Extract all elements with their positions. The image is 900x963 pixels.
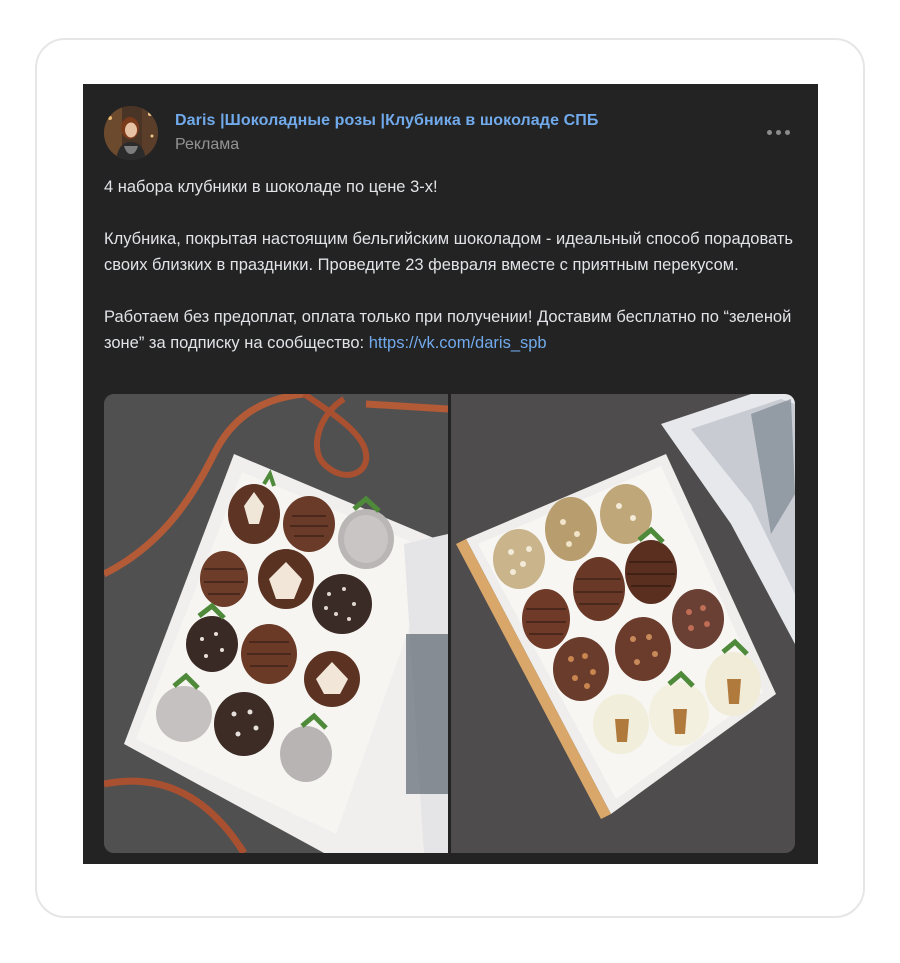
menu-dot (776, 129, 781, 135)
author-name-link[interactable]: Daris |Шоколадные розы |Клубника в шокол… (175, 112, 598, 130)
post-paragraph: Работаем без предоплат, оплата только пр… (104, 304, 794, 356)
author-avatar[interactable] (104, 106, 158, 160)
more-horizontal-icon[interactable] (767, 127, 793, 137)
post-photo-2[interactable] (451, 394, 795, 853)
community-link[interactable]: https://vk.com/daris_spb (369, 334, 547, 352)
menu-dot (785, 129, 790, 135)
post-text: 4 набора клубники в шоколаде по цене 3-х… (104, 174, 794, 382)
post-paragraph: 4 набора клубники в шоколаде по цене 3-х… (104, 178, 438, 196)
post-photo-1[interactable] (104, 394, 448, 853)
menu-dot (767, 129, 772, 135)
ad-post-card: Daris |Шоколадные розы |Клубника в шокол… (83, 84, 818, 864)
post-paragraph: Клубника, покрытая настоящим бельгийским… (104, 230, 794, 274)
ad-label: Реклама (175, 136, 240, 153)
